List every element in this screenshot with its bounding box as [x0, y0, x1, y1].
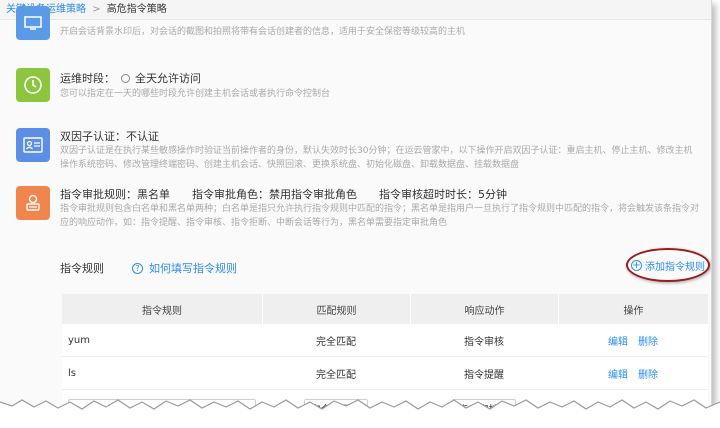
- rule-cell: ls: [68, 367, 76, 379]
- policy-approval-title: 指令审批规则：黑名单 指令审批角色：禁用指令审批角色 指令审核超时时长：5分钟: [60, 188, 507, 201]
- approver-icon: [16, 186, 50, 220]
- table-row: ls 完全匹配 指令提醒 编辑 删除: [62, 357, 708, 390]
- breadcrumb: 关键设备运维策略 > 高危指令策略: [0, 0, 711, 20]
- question-icon: ?: [132, 262, 143, 274]
- operation-cell: 编辑 删除: [558, 324, 708, 356]
- rules-help-link[interactable]: ? 如何填写指令规则: [132, 260, 237, 276]
- policy-time-title: 运维时段： 全天允许访问: [60, 70, 201, 86]
- edit-link[interactable]: 编辑: [608, 333, 628, 348]
- policy-watermark-desc: 开启会话背景水印后，对会话的截图和拍照将带有会话创建者的信息，适用于安全保密等级…: [60, 27, 466, 37]
- monitor-icon: [16, 6, 50, 40]
- delete-link[interactable]: 删除: [638, 366, 658, 381]
- header-operation: 操作: [558, 294, 708, 324]
- small-clock-icon: [120, 74, 130, 83]
- policy-time-label: 运维时段：: [60, 72, 115, 85]
- header-rule: 指令规则: [142, 305, 182, 317]
- rules-label: 指令规则: [60, 262, 104, 275]
- breadcrumb-current: 高危指令策略: [106, 4, 167, 15]
- rule-cell: yum: [68, 334, 90, 346]
- table-header-row: 指令规则 匹配规则 响应动作 操作: [62, 294, 708, 324]
- match-cell: 完全匹配: [316, 369, 356, 381]
- policy-2fa-title: 双因子认证：不认证: [60, 130, 159, 143]
- table-row: yum 完全匹配 指令审核 编辑 删除: [62, 324, 708, 357]
- action-cell: 指令审核: [464, 336, 504, 348]
- policy-2fa-desc: 双因子认证是在执行某些敏感操作时验证当前操作者的身份，默认失效时长30分钟；在运…: [60, 146, 693, 170]
- policy-time-value: 全天允许访问: [135, 72, 201, 85]
- header-action: 响应动作: [410, 294, 558, 324]
- add-rule-label: 添加指令规则: [645, 261, 705, 273]
- policy-approval-desc: 指令审批规则包含白名单和黑名单两种；白名单是指只允许执行指令规则中匹配的指令；黑…: [60, 204, 700, 228]
- header-match: 匹配规则: [262, 294, 410, 324]
- plus-icon: +: [631, 259, 642, 271]
- operation-cell: 编辑 删除: [558, 357, 708, 389]
- edit-link[interactable]: 编辑: [608, 366, 628, 381]
- clock-icon: [16, 68, 50, 102]
- match-cell: 完全匹配: [316, 336, 356, 348]
- policy-time-desc: 您可以指定在一天的哪些时段允许创建主机会话或者执行命令控制台: [60, 89, 331, 99]
- id-card-icon: [16, 128, 50, 162]
- breadcrumb-separator: >: [92, 4, 101, 15]
- app-window: 关键设备运维策略 > 高危指令策略 开启会话背景水印后，对会话的截图和拍照将带有…: [0, 0, 712, 416]
- torn-edge: [0, 399, 720, 428]
- policy-content: 开启会话背景水印后，对会话的截图和拍照将带有会话创建者的信息，适用于安全保密等级…: [0, 6, 711, 416]
- action-cell: 指令提醒: [464, 369, 504, 381]
- add-rule-button[interactable]: + 添加指令规则: [626, 248, 710, 282]
- rules-help-text: 如何填写指令规则: [149, 262, 237, 275]
- delete-link[interactable]: 删除: [638, 333, 658, 348]
- rules-header: 指令规则 ? 如何填写指令规则 + 添加指令规则: [60, 248, 710, 282]
